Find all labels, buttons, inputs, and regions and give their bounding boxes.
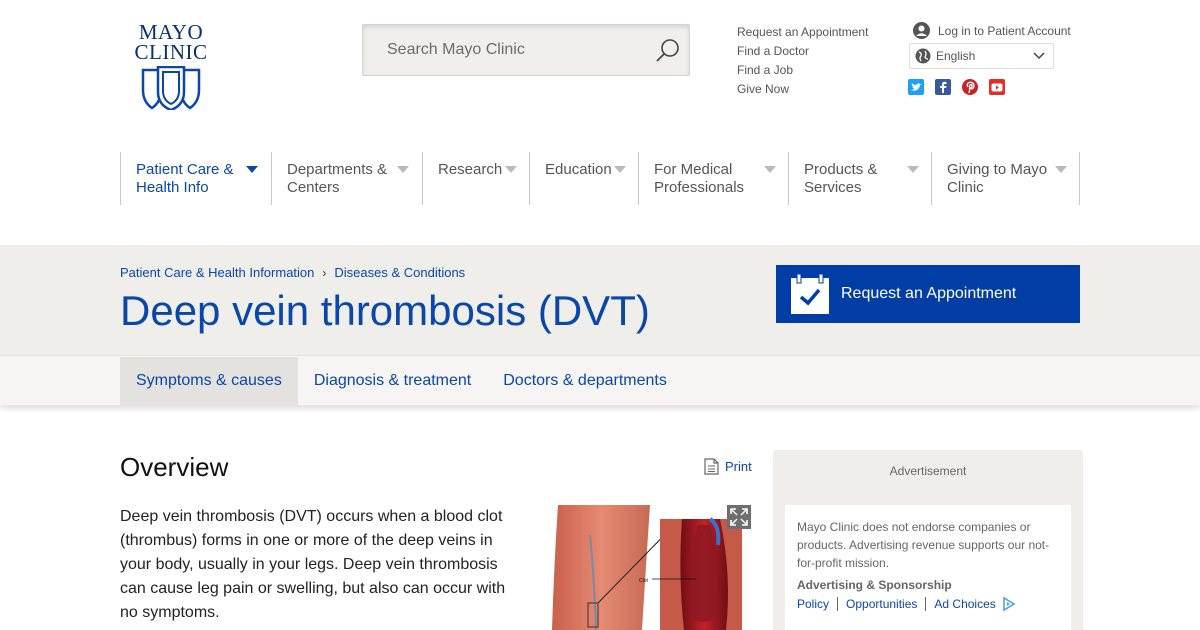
triangle-down-icon — [246, 166, 258, 173]
figure-label-clot: Clot — [639, 578, 649, 584]
triangle-down-icon — [614, 166, 626, 173]
main-navigation: Patient Care & Health Info Departments &… — [120, 152, 1080, 205]
login-label: Log in to Patient Account — [938, 23, 1071, 38]
request-appointment-label: Request an Appointment — [841, 285, 1017, 302]
advertisement-label: Advertisement — [889, 464, 967, 478]
globe-icon — [915, 48, 931, 64]
user-icon — [913, 22, 930, 39]
advertising-sponsorship-heading: Advertising & Sponsorship — [797, 578, 952, 592]
tab-diagnosis-treatment[interactable]: Diagnosis & treatment — [298, 357, 487, 405]
patient-account-login[interactable]: Log in to Patient Account — [913, 22, 1071, 39]
ad-policy-link[interactable]: Policy — [797, 597, 829, 611]
find-doctor-link[interactable]: Find a Doctor — [737, 42, 868, 61]
tab-symptoms-causes[interactable]: Symptoms & causes — [120, 357, 298, 405]
page-title: Deep vein thrombosis (DVT) — [120, 287, 650, 334]
nav-research[interactable]: Research — [422, 152, 529, 205]
triangle-down-icon — [764, 166, 776, 173]
triangle-down-icon — [907, 166, 919, 173]
language-select[interactable]: English — [909, 43, 1054, 69]
language-selected: English — [936, 49, 976, 63]
tab-doctors-departments[interactable]: Doctors & departments — [487, 357, 683, 405]
triangle-down-icon — [397, 166, 409, 173]
search-icon — [656, 39, 679, 62]
mayo-clinic-logo[interactable]: MAYO CLINIC — [130, 22, 212, 110]
print-label: Print — [725, 459, 752, 474]
dvt-illustration[interactable]: Clot — [550, 505, 750, 630]
nav-departments-centers[interactable]: Departments & Centers — [271, 152, 422, 205]
facebook-icon[interactable] — [935, 79, 951, 95]
triangle-down-icon — [505, 166, 517, 173]
divider — [837, 597, 839, 611]
calendar-check-icon — [791, 274, 829, 314]
nav-label: Health Info — [136, 179, 209, 196]
overview-heading: Overview — [120, 452, 229, 482]
breadcrumb-patient-care[interactable]: Patient Care & Health Information — [120, 265, 314, 280]
nav-label: Services — [804, 179, 862, 196]
social-links — [908, 79, 1016, 95]
request-appointment-link[interactable]: Request an Appointment — [737, 23, 868, 42]
search-box — [362, 24, 690, 76]
give-now-link[interactable]: Give Now — [737, 80, 868, 99]
logo-line-2: CLINIC — [134, 40, 208, 64]
ad-disclaimer-text: Mayo Clinic does not endorse companies o… — [797, 520, 1050, 570]
nav-products-services[interactable]: Products & Services — [788, 152, 931, 205]
ad-choices-link[interactable]: Ad Choices — [934, 597, 995, 611]
request-appointment-button[interactable]: Request an Appointment — [776, 265, 1080, 323]
breadcrumb: Patient Care & Health Information › Dise… — [120, 265, 465, 280]
pinterest-icon[interactable] — [962, 79, 978, 95]
chevron-right-icon: › — [322, 265, 327, 280]
find-job-link[interactable]: Find a Job — [737, 61, 868, 80]
ad-choices-icon — [1002, 597, 1016, 611]
document-icon — [704, 458, 719, 475]
nav-label: Centers — [287, 179, 340, 196]
nav-medical-professionals[interactable]: For Medical Professionals — [638, 152, 788, 205]
chevron-down-icon — [1033, 52, 1045, 60]
search-input[interactable] — [363, 25, 643, 75]
breadcrumb-diseases-conditions[interactable]: Diseases & Conditions — [334, 265, 465, 280]
nav-label: Professionals — [654, 179, 745, 196]
overview-text: Deep vein thrombosis (DVT) occurs when a… — [120, 508, 506, 621]
utility-links: Request an Appointment Find a Doctor Fin… — [737, 23, 868, 99]
three-shields-icon — [141, 66, 201, 110]
print-button[interactable]: Print — [704, 458, 752, 475]
nav-giving[interactable]: Giving to Mayo Clinic — [931, 152, 1080, 205]
expand-image-button[interactable] — [727, 505, 751, 529]
expand-icon — [730, 508, 748, 526]
ad-links: Policy Opportunities Ad Choices — [797, 597, 1016, 611]
youtube-icon[interactable] — [989, 79, 1005, 95]
nav-patient-care[interactable]: Patient Care & Health Info — [120, 152, 271, 205]
nav-label: Clinic — [947, 179, 984, 196]
nav-education[interactable]: Education — [529, 152, 638, 205]
twitter-icon[interactable] — [908, 79, 924, 95]
content-tabs: Symptoms & causes Diagnosis & treatment … — [120, 357, 683, 405]
logo-line-1: MAYO — [138, 20, 204, 44]
search-button[interactable] — [653, 36, 683, 66]
divider — [925, 597, 927, 611]
ad-opportunities-link[interactable]: Opportunities — [846, 597, 917, 611]
triangle-down-icon — [1055, 166, 1067, 173]
